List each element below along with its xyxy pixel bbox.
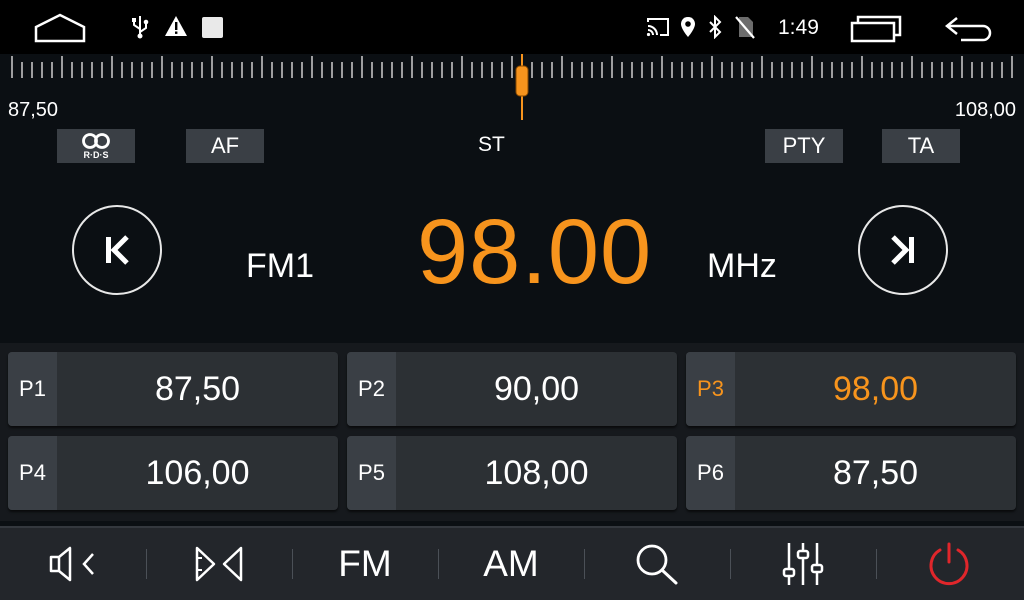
power-button[interactable]	[876, 528, 1022, 600]
band-label: FM1	[246, 247, 314, 285]
back-icon[interactable]	[942, 14, 994, 44]
preset-button-p1[interactable]: P1 87,50	[8, 352, 338, 426]
notification-square-icon	[201, 16, 223, 38]
warning-icon	[163, 14, 189, 38]
preset-button-p2[interactable]: P2 90,00	[347, 352, 677, 426]
home-icon[interactable]	[32, 12, 88, 44]
scale-min-label: 87,50	[8, 99, 59, 121]
volume-button[interactable]	[0, 528, 146, 600]
scale-max-label: 108,00	[954, 99, 1016, 121]
ta-button[interactable]: TA	[882, 129, 960, 163]
af-button[interactable]: AF	[186, 129, 264, 163]
preset-frequency: 108,00	[484, 453, 589, 492]
preset-button-p3[interactable]: P3 98,00	[686, 352, 1016, 426]
preset-tag: P6	[686, 436, 735, 510]
bottom-toolbar: FM AM	[0, 526, 1024, 600]
pty-button[interactable]: PTY	[765, 129, 843, 163]
location-icon	[679, 14, 697, 40]
preset-frequency: 98,00	[832, 369, 919, 408]
equalizer-icon	[782, 543, 824, 585]
preset-button-p5[interactable]: P5 108,00	[347, 436, 677, 510]
cast-icon	[645, 16, 671, 38]
preset-button-p4[interactable]: P4 106,00	[8, 436, 338, 510]
seek-previous-icon	[106, 235, 129, 265]
frequency-unit: MHz	[707, 247, 777, 285]
volume-icon	[49, 546, 94, 582]
tuner-scale[interactable]	[0, 54, 1024, 124]
clock: 1:49	[778, 16, 819, 39]
seek-previous-button[interactable]	[72, 205, 162, 295]
search-icon	[636, 544, 678, 585]
preset-frequency: 87,50	[832, 453, 919, 492]
am-band-button[interactable]: AM	[438, 528, 584, 600]
usb-icon	[130, 14, 150, 40]
preset-button-p6[interactable]: P6 87,50	[686, 436, 1016, 510]
am-label: AM	[483, 543, 539, 584]
status-bar: 1:49	[0, 0, 1024, 54]
seek-next-button[interactable]	[858, 205, 948, 295]
scan-search-button[interactable]	[584, 528, 730, 600]
rds-button[interactable]: R·D·S	[57, 129, 135, 163]
preset-tag: P1	[8, 352, 57, 426]
preset-frequency: 87,50	[154, 369, 241, 408]
frequency-display: 98.00	[417, 201, 653, 303]
fm-band-button[interactable]: FM	[292, 528, 438, 600]
preset-tag: P3	[686, 352, 735, 426]
svg-text:R·D·S: R·D·S	[84, 150, 109, 160]
speaker-balance-icon	[195, 546, 243, 582]
power-icon	[929, 542, 969, 586]
recent-apps-icon[interactable]	[848, 13, 904, 43]
stereo-indicator: ST	[478, 133, 505, 156]
seek-next-icon	[891, 235, 914, 265]
bluetooth-icon	[706, 14, 724, 40]
no-sim-icon	[734, 14, 756, 40]
preset-tag: P4	[8, 436, 57, 510]
tuner-needle-handle[interactable]	[515, 65, 529, 97]
preset-tag: P2	[347, 352, 396, 426]
preset-tag: P5	[347, 436, 396, 510]
fm-label: FM	[338, 543, 392, 584]
preset-frequency: 90,00	[493, 369, 580, 408]
preset-panel: P1 87,50 P2 90,00 P3 98,00 P4 106,00 P5 …	[0, 343, 1024, 521]
speaker-balance-button[interactable]	[146, 528, 292, 600]
equalizer-button[interactable]	[730, 528, 876, 600]
rds-icon: R·D·S	[82, 133, 110, 160]
preset-frequency: 106,00	[145, 453, 250, 492]
